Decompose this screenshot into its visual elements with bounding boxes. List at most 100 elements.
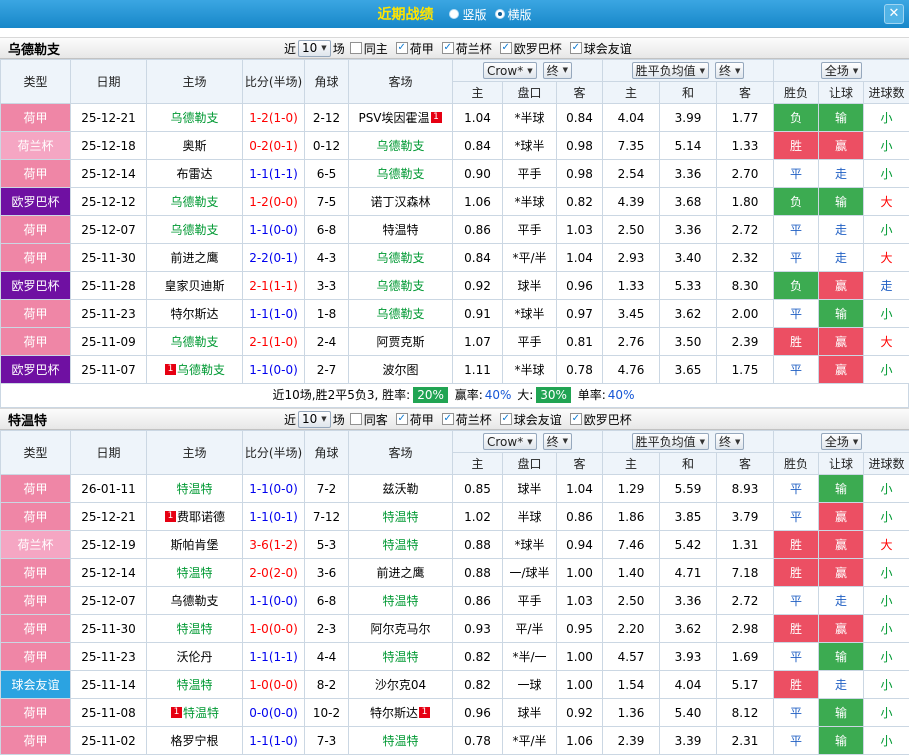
radio-horizontal-layout[interactable]: 横版 [495, 6, 532, 23]
recent-count-select[interactable]: 10▼ [298, 411, 331, 428]
score-link[interactable]: 1-1(0-0) [249, 223, 298, 237]
score-link[interactable]: 2-1(1-1) [249, 279, 298, 293]
score-link[interactable]: 0-2(0-1) [249, 139, 298, 153]
team-link[interactable]: 布雷达 [176, 167, 212, 181]
team-link[interactable]: 特温特 [382, 223, 418, 237]
select-value: 终 [547, 433, 559, 450]
score-link[interactable]: 1-1(0-1) [249, 510, 298, 524]
team-link[interactable]: 格罗宁根 [170, 734, 218, 748]
score-link[interactable]: 1-1(0-0) [249, 594, 298, 608]
team-link[interactable]: 阿尔克马尔 [370, 622, 430, 636]
score-link[interactable]: 1-1(1-1) [249, 650, 298, 664]
euro-draw-odds: 3.93 [660, 643, 717, 671]
final-euro-odds-select[interactable]: 终▼ [715, 433, 744, 450]
final-asian-odds-select[interactable]: 终▼ [543, 62, 572, 79]
team-link[interactable]: 特温特 [382, 538, 418, 552]
team-link[interactable]: 乌德勒支 [170, 111, 218, 125]
euro-home-odds: 1.33 [603, 272, 660, 300]
recent-count-select[interactable]: 10▼ [298, 40, 331, 57]
score-link[interactable]: 3-6(1-2) [249, 538, 298, 552]
team-link[interactable]: 乌德勒支 [170, 223, 218, 237]
league-filter-checkbox[interactable]: ✓球会友谊 [570, 40, 632, 57]
team-link[interactable]: 乌德勒支 [376, 279, 424, 293]
score-link[interactable]: 1-1(0-0) [249, 363, 298, 377]
euro-home-odds: 1.36 [603, 699, 660, 727]
score-link[interactable]: 2-0(2-0) [249, 566, 298, 580]
league-filter-checkbox[interactable]: ✓欧罗巴杯 [500, 40, 562, 57]
score-link[interactable]: 1-2(0-0) [249, 195, 298, 209]
euro-average-select[interactable]: 胜平负均值▼ [632, 433, 709, 450]
score-link[interactable]: 1-0(0-0) [249, 622, 298, 636]
team-link[interactable]: 特温特 [176, 566, 212, 580]
final-asian-odds-select[interactable]: 终▼ [543, 433, 572, 450]
score-link[interactable]: 2-2(0-1) [249, 251, 298, 265]
team-link[interactable]: 特温特 [382, 734, 418, 748]
score-link[interactable]: 1-1(1-0) [249, 307, 298, 321]
team-link[interactable]: 斯帕肯堡 [170, 538, 218, 552]
team-link[interactable]: 沃伦丹 [176, 650, 212, 664]
score-link[interactable]: 1-1(0-0) [249, 482, 298, 496]
team-link[interactable]: 特温特 [382, 510, 418, 524]
team-link[interactable]: 特尔斯达 [170, 307, 218, 321]
team-link[interactable]: 波尔图 [382, 363, 418, 377]
score-link[interactable]: 1-2(1-0) [249, 111, 298, 125]
score-link[interactable]: 1-1(1-1) [249, 167, 298, 181]
league-filter-checkbox[interactable]: ✓荷兰杯 [442, 40, 492, 57]
team-link[interactable]: 乌德勒支 [170, 195, 218, 209]
goals-result-cell: 小 [864, 160, 909, 188]
handicap-line: *球半 [503, 531, 557, 559]
sub-col-header: 主 [453, 82, 503, 104]
team-link[interactable]: 沙尔克04 [375, 678, 426, 692]
team-link[interactable]: 乌德勒支 [376, 307, 424, 321]
col-header-type: 类型 [1, 431, 71, 475]
same-venue-checkbox[interactable]: 同客 [350, 411, 388, 428]
league-cell: 荷甲 [1, 503, 71, 531]
score-link[interactable]: 1-1(1-0) [249, 734, 298, 748]
team-link[interactable]: 特尔斯达 [370, 706, 418, 720]
checkbox-checked-icon: ✓ [442, 42, 454, 54]
league-filter-checkbox[interactable]: ✓球会友谊 [500, 411, 562, 428]
team-link[interactable]: 阿贾克斯 [376, 335, 424, 349]
team-link[interactable]: 费耶诺德 [177, 510, 225, 524]
final-euro-odds-select[interactable]: 终▼ [715, 62, 744, 79]
team-link[interactable]: 乌德勒支 [177, 363, 225, 377]
full-match-select[interactable]: 全场▼ [821, 62, 862, 79]
team-link[interactable]: 特温特 [382, 594, 418, 608]
euro-average-select[interactable]: 胜平负均值▼ [632, 62, 709, 79]
score-link[interactable]: 0-0(0-0) [249, 706, 298, 720]
euro-away-odds: 2.98 [717, 615, 774, 643]
team-link[interactable]: 特温特 [176, 482, 212, 496]
team-link[interactable]: 特温特 [176, 622, 212, 636]
euro-draw-odds: 3.50 [660, 328, 717, 356]
team-link[interactable]: 诺丁汉森林 [370, 195, 430, 209]
team-link[interactable]: 乌德勒支 [170, 335, 218, 349]
score-link[interactable]: 2-1(1-0) [249, 335, 298, 349]
team-link[interactable]: 乌德勒支 [170, 594, 218, 608]
league-filter-checkbox[interactable]: ✓欧罗巴杯 [570, 411, 632, 428]
league-cell: 荷甲 [1, 216, 71, 244]
radio-vertical-layout[interactable]: 竖版 [449, 6, 486, 23]
team-link[interactable]: 奥斯 [182, 139, 206, 153]
team-link[interactable]: 兹沃勒 [382, 482, 418, 496]
score-link[interactable]: 1-0(0-0) [249, 678, 298, 692]
team-link[interactable]: 乌德勒支 [376, 251, 424, 265]
league-filter-checkbox[interactable]: ✓荷甲 [396, 411, 434, 428]
team-link[interactable]: 特温特 [176, 678, 212, 692]
team-link[interactable]: 特温特 [183, 706, 219, 720]
same-venue-checkbox[interactable]: 同主 [350, 40, 388, 57]
league-filter-checkbox[interactable]: ✓荷兰杯 [442, 411, 492, 428]
team-link[interactable]: 前进之鹰 [170, 251, 218, 265]
close-button[interactable]: ✕ [884, 4, 904, 24]
bookmaker-select[interactable]: Crow*▼ [483, 433, 537, 450]
full-match-select[interactable]: 全场▼ [821, 433, 862, 450]
team-link[interactable]: 特温特 [382, 650, 418, 664]
team-link[interactable]: 乌德勒支 [376, 139, 424, 153]
league-filter-checkbox[interactable]: ✓荷甲 [396, 40, 434, 57]
bookmaker-select[interactable]: Crow*▼ [483, 62, 537, 79]
team-link[interactable]: 前进之鹰 [376, 566, 424, 580]
team-link[interactable]: 皇家贝迪斯 [164, 279, 224, 293]
date-cell: 25-12-07 [71, 216, 147, 244]
team-link[interactable]: 乌德勒支 [376, 167, 424, 181]
team-link[interactable]: PSV埃因霍温 [358, 111, 429, 125]
away-cell: 阿尔克马尔 [349, 615, 453, 643]
